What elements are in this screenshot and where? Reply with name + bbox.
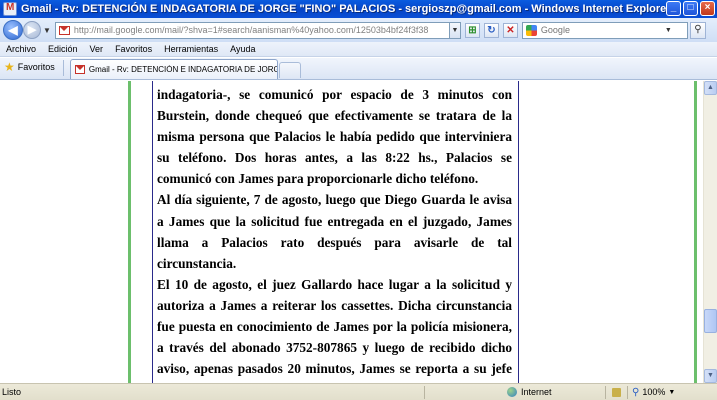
email-body: indagatoria-, se comunicó por espacio de… [157,84,512,383]
vertical-scrollbar[interactable]: ▲ ▼ [703,81,717,383]
right-green-border [694,81,697,383]
address-bar: ◀ ▶ ▼ ▼ ⊞ ↻ ✕ ▼ ⚲ [0,18,717,42]
back-button[interactable]: ◀ [3,20,23,40]
scroll-thumb[interactable] [704,309,717,333]
history-dropdown-icon[interactable]: ▼ [43,26,51,35]
status-bar: Listo Internet ⚲ 100% ▼ [0,383,717,400]
close-button[interactable]: × [700,1,715,16]
security-zone[interactable]: Internet [507,387,603,397]
tab-label: Gmail - Rv: DETENCIÓN E INDAGATORIA DE J… [88,65,277,74]
refresh-icon: ↻ [487,24,496,36]
toolbar-divider [62,60,64,76]
search-provider-dropdown-icon[interactable]: ▼ [665,27,672,34]
page-content: indagatoria-, se comunicó por espacio de… [0,81,703,383]
favorites-label: Favoritos [17,62,55,72]
compatibility-view-button[interactable]: ⊞ [464,22,480,38]
new-tab-button[interactable] [278,62,301,78]
favorites-bar: ★ Favoritos Gmail - Rv: DETENCIÓN E INDA… [0,58,717,80]
url-input[interactable] [73,25,444,35]
status-divider [424,385,425,399]
back-arrow-icon: ◀ [8,23,18,37]
status-divider [627,385,628,399]
url-dropdown-icon[interactable]: ▼ [448,21,461,39]
menu-favoritos[interactable]: Favoritos [115,44,152,54]
left-green-border [128,81,131,383]
stop-icon: ✕ [506,24,515,36]
google-icon [525,24,537,36]
forward-arrow-icon: ▶ [27,24,37,36]
window-title: Gmail - Rv: DETENCIÓN E INDAGATORIA DE J… [21,3,671,15]
tab-gmail[interactable]: Gmail - Rv: DETENCIÓN E INDAGATORIA DE J… [69,59,278,79]
url-field[interactable] [54,21,450,39]
right-blue-border [518,81,519,383]
gmail-icon [3,2,17,16]
left-blue-border [152,81,153,383]
status-text: Listo [2,387,22,397]
paragraph: Al día siguiente, 7 de agosto, luego que… [157,192,512,271]
favorites-button[interactable]: ★ Favoritos [4,58,55,76]
menu-herramientas[interactable]: Herramientas [164,44,218,54]
search-field[interactable]: ▼ [521,21,688,39]
maximize-button[interactable]: □ [683,1,698,16]
browser-window: Gmail - Rv: DETENCIÓN E INDAGATORIA DE J… [0,0,717,400]
scroll-down-button[interactable]: ▼ [704,369,717,383]
gmail-favicon-icon [58,25,70,35]
protected-mode-icon[interactable] [612,387,621,397]
minimize-button[interactable]: _ [666,1,681,16]
scroll-up-button[interactable]: ▲ [704,81,717,95]
refresh-button[interactable]: ↻ [483,22,499,38]
forward-button[interactable]: ▶ [23,21,41,39]
zoom-icon[interactable]: ⚲ [632,387,639,398]
search-button[interactable]: ⚲ [689,21,706,39]
star-icon: ★ [4,60,15,74]
title-bar: Gmail - Rv: DETENCIÓN E INDAGATORIA DE J… [0,0,717,18]
status-divider [605,385,606,399]
zoom-dropdown-icon[interactable]: ▼ [668,389,675,396]
paragraph: indagatoria-, se comunicó por espacio de… [157,87,512,187]
zoom-level[interactable]: 100% [642,387,665,397]
zone-label: Internet [521,387,552,397]
gmail-favicon-icon [74,65,85,74]
magnifier-icon: ⚲ [694,23,702,35]
stop-button[interactable]: ✕ [502,22,518,38]
menu-ver[interactable]: Ver [90,44,104,54]
menu-bar: Archivo Edición Ver Favoritos Herramient… [0,42,717,57]
paragraph: El 10 de agosto, el juez Gallardo hace l… [157,276,512,383]
window-controls: _ □ × [666,1,715,16]
menu-edicion[interactable]: Edición [48,44,78,54]
menu-archivo[interactable]: Archivo [6,44,36,54]
search-input[interactable] [540,25,661,35]
globe-icon [507,387,517,397]
menu-ayuda[interactable]: Ayuda [230,44,255,54]
